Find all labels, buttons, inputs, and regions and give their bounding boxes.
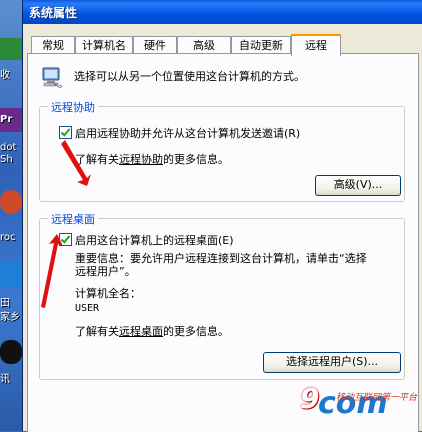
info-prefix: 了解有关 — [75, 325, 119, 338]
remote-desktop-info: 了解有关远程桌面的更多信息。 — [75, 323, 229, 339]
remote-desktop-group: 远程桌面 启用这台计算机上的远程桌面(E) 重要信息：要允许用户远程连接到这台计… — [39, 211, 405, 380]
remote-assistance-link[interactable]: 远程协助 — [119, 153, 163, 166]
remote-assistance-checkbox-label[interactable]: 启用远程协助并允许从这台计算机发送邀请(R) — [75, 125, 300, 141]
desktop-label: 家乡 — [0, 312, 20, 323]
title-bar[interactable]: 系统属性 — [23, 0, 422, 24]
tab-remote[interactable]: 远程 — [291, 34, 341, 56]
desktop-shortcut-icon[interactable] — [0, 262, 22, 288]
tab-hardware[interactable]: 硬件 — [133, 36, 177, 54]
annotation-arrow-icon — [61, 140, 91, 186]
desktop-label: Pr — [0, 114, 13, 125]
system-properties-window: 系统属性 常规 计算机名 硬件 高级 自动更新 远程 选择可以从另一个位置使用这… — [22, 0, 422, 432]
tab-general[interactable]: 常规 — [31, 36, 75, 54]
annotation-arrow-icon — [41, 234, 63, 308]
tab-strip: 常规 计算机名 硬件 高级 自动更新 远程 — [27, 34, 419, 56]
important-note-line-2: 远程用户”。 — [75, 265, 136, 278]
qq-icon[interactable] — [0, 340, 22, 364]
desktop-strip: 收 Pr dot Sh roc 田 家乡 讯 — [0, 0, 22, 431]
remote-assistance-legend: 远程协助 — [48, 99, 98, 115]
intro-text: 选择可以从另一个位置使用这台计算机的方式。 — [74, 70, 305, 83]
desktop-shortcut-icon[interactable] — [0, 38, 22, 60]
watermark-number: 9 — [300, 382, 320, 415]
desktop-label: 收 — [0, 70, 10, 81]
tab-computer-name[interactable]: 计算机名 — [75, 36, 133, 54]
tab-automatic-updates[interactable]: 自动更新 — [231, 36, 291, 54]
computer-name-label: 计算机全名： — [75, 287, 141, 300]
advanced-button[interactable]: 高级(V)... — [315, 175, 401, 196]
desktop-shortcut-icon[interactable] — [0, 190, 22, 214]
info-suffix: 的更多信息。 — [163, 325, 229, 338]
desktop-label: 田 — [0, 298, 10, 309]
desktop-label: 讯 — [0, 374, 10, 385]
select-remote-users-button[interactable]: 选择远程用户(S)... — [263, 352, 401, 373]
watermark-slogan: 移动互联网第一平台 — [336, 393, 418, 403]
info-suffix: 的更多信息。 — [163, 153, 229, 166]
computer-icon — [42, 67, 63, 89]
remote-desktop-checkbox-label[interactable]: 启用这台计算机上的远程桌面(E) — [75, 232, 234, 248]
desktop-label: Sh — [0, 154, 13, 165]
remote-desktop-link[interactable]: 远程桌面 — [119, 325, 163, 338]
remote-assistance-info: 了解有关远程协助的更多信息。 — [75, 151, 229, 167]
window-title: 系统属性 — [29, 6, 78, 20]
desktop-label: dot — [0, 142, 17, 153]
desktop-label: roc — [0, 232, 16, 243]
computer-name-value: USER — [75, 303, 100, 314]
remote-desktop-legend: 远程桌面 — [48, 211, 98, 227]
remote-tab-panel: 选择可以从另一个位置使用这台计算机的方式。 远程协助 启用远程协助并允许从这台计… — [27, 53, 419, 432]
tab-advanced[interactable]: 高级 — [177, 36, 231, 54]
